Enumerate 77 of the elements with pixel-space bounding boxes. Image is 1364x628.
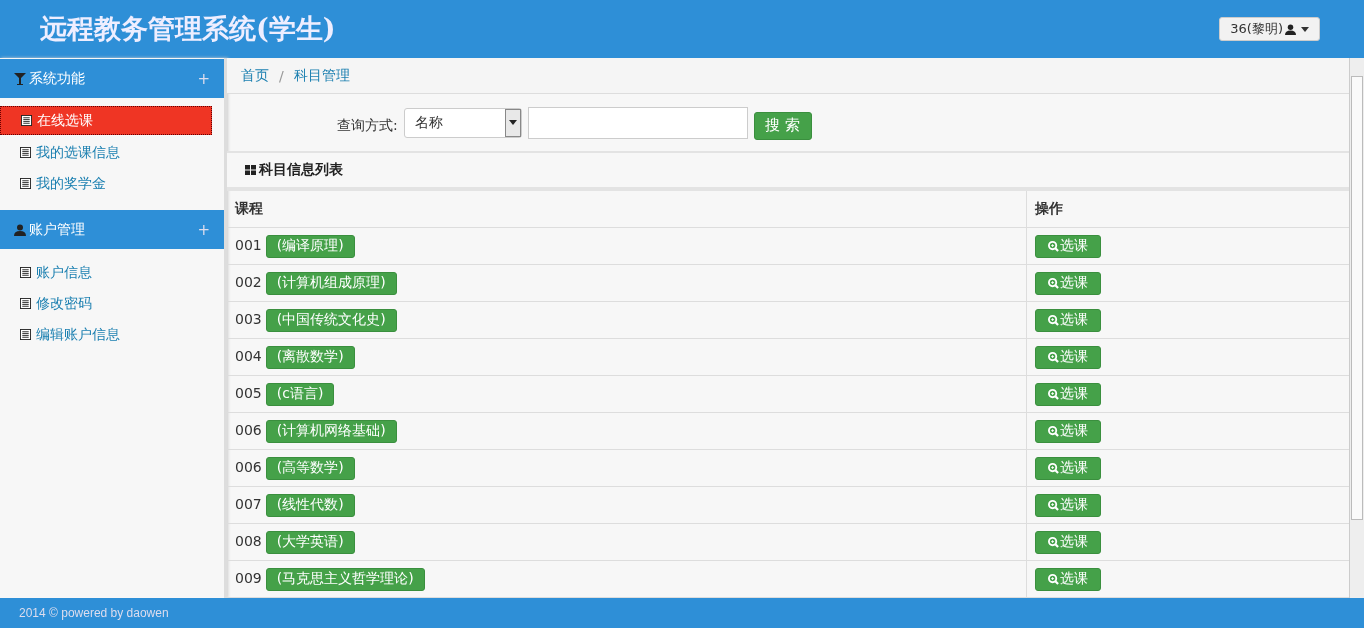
app-title: 远程教务管理系统(学生) [40, 12, 336, 46]
course-code: 009 [235, 570, 262, 586]
footer-text: 2014 © powered by daowen [19, 606, 169, 620]
select-course-button[interactable]: 选课 [1035, 567, 1101, 591]
search-button[interactable]: 搜 索 [753, 111, 812, 140]
section-title: 账户管理 [29, 220, 86, 239]
list-icon [21, 115, 32, 126]
course-code: 006 [235, 459, 262, 475]
select-course-button[interactable]: 选课 [1035, 234, 1101, 258]
breadcrumb-link[interactable]: 科目管理 [293, 66, 350, 85]
expand-toggle[interactable]: + [197, 69, 210, 88]
course-name-button[interactable]: (高等数学) [265, 456, 355, 480]
select-course-button[interactable]: 选课 [1035, 271, 1101, 295]
zoom-in-icon [1048, 462, 1059, 474]
select-course-button[interactable]: 选课 [1035, 382, 1101, 406]
user-menu-button[interactable]: 36(黎明) [1219, 17, 1320, 41]
zoom-in-icon [1048, 351, 1059, 363]
user-icon [1285, 23, 1296, 35]
list-icon [20, 147, 31, 158]
course-name-button[interactable]: (计算机组成原理) [265, 271, 397, 295]
select-course-button[interactable]: 选课 [1035, 345, 1101, 369]
breadcrumb-separator: / [279, 67, 284, 84]
course-name-button[interactable]: (马克思主义哲学理论) [265, 567, 425, 591]
zoom-in-icon [1048, 425, 1059, 437]
course-name-button[interactable]: (中国传统文化史) [265, 308, 397, 332]
filter-icon [14, 72, 26, 85]
grid-icon [245, 164, 257, 176]
user-icon [14, 223, 26, 236]
panel-title: 科目信息列表 [259, 161, 343, 179]
sidebar-item[interactable]: 在线选课 [0, 106, 212, 135]
course-name-button[interactable]: (c语言) [265, 382, 335, 406]
select-course-button[interactable]: 选课 [1035, 419, 1101, 443]
course-code: 003 [235, 311, 262, 327]
zoom-in-icon [1048, 314, 1059, 326]
course-name-button[interactable]: (离散数学) [265, 345, 355, 369]
sidebar-section-header[interactable]: 系统功能 + [0, 59, 224, 98]
search-input[interactable] [527, 106, 748, 139]
course-code: 001 [235, 237, 262, 253]
select-course-button[interactable]: 选课 [1035, 456, 1101, 480]
sidebar-item[interactable]: 修改密码 [0, 288, 212, 319]
list-icon [20, 178, 31, 189]
zoom-in-icon [1048, 277, 1059, 289]
zoom-in-icon [1048, 499, 1059, 511]
course-code: 004 [235, 348, 262, 364]
caret-icon [1301, 26, 1309, 32]
zoom-in-icon [1048, 388, 1059, 400]
scrollbar[interactable] [1349, 58, 1364, 598]
course-name-button[interactable]: (编译原理) [265, 234, 355, 258]
column-header: 课程 [227, 191, 1027, 228]
list-icon [20, 267, 31, 278]
select-course-button[interactable]: 选课 [1035, 530, 1101, 554]
course-name-button[interactable]: (大学英语) [265, 530, 355, 554]
section-title: 系统功能 [29, 69, 86, 88]
course-name-button[interactable]: (计算机网络基础) [265, 419, 397, 443]
search-type-select[interactable]: 名称 [403, 107, 522, 138]
breadcrumb-link[interactable]: 首页 [241, 66, 269, 85]
zoom-in-icon [1048, 536, 1059, 548]
sidebar-item[interactable]: 我的奖学金 [0, 168, 212, 199]
course-name-button[interactable]: (线性代数) [265, 493, 355, 517]
sidebar-item[interactable]: 我的选课信息 [0, 137, 212, 168]
sidebar-section-header[interactable]: 账户管理 + [0, 210, 224, 249]
search-label: 查询方式: [337, 116, 398, 135]
zoom-in-icon [1048, 573, 1059, 585]
select-course-button[interactable]: 选课 [1035, 493, 1101, 517]
zoom-in-icon [1048, 240, 1059, 252]
sidebar-item[interactable]: 账户信息 [0, 257, 212, 288]
course-code: 008 [235, 533, 262, 549]
course-code: 005 [235, 385, 262, 401]
list-icon [20, 298, 31, 309]
column-header: 操作 [1026, 191, 1349, 228]
list-icon [20, 329, 31, 340]
course-code: 007 [235, 496, 262, 512]
course-code: 002 [235, 274, 262, 290]
course-code: 006 [235, 422, 262, 438]
select-course-button[interactable]: 选课 [1035, 308, 1101, 332]
expand-toggle[interactable]: + [197, 220, 210, 239]
sidebar-item[interactable]: 编辑账户信息 [0, 319, 212, 350]
